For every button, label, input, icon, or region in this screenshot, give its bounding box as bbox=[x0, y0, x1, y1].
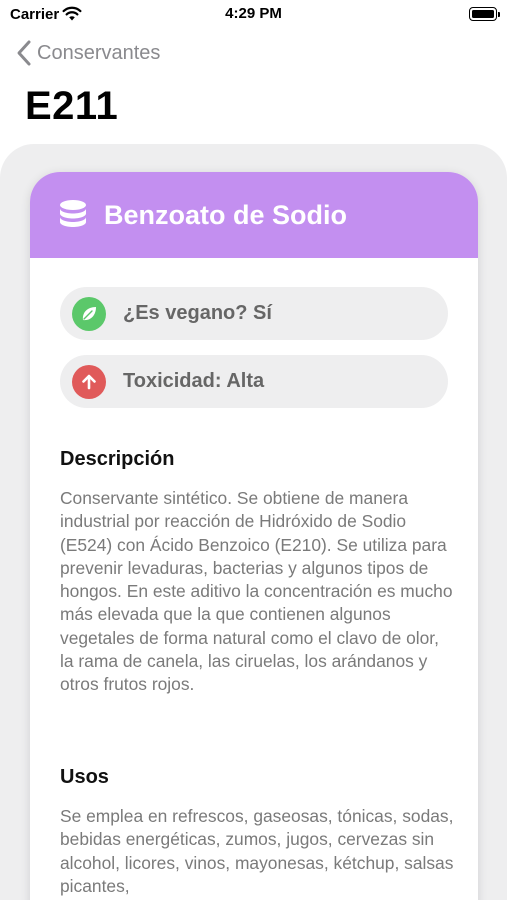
page-title: E211 bbox=[25, 84, 119, 128]
toxicity-label: Toxicidad: Alta bbox=[123, 370, 265, 392]
toxicity-badge[interactable]: Toxicidad: Alta bbox=[60, 355, 448, 408]
description-text: Conservante sintético. Se obtiene de man… bbox=[60, 488, 453, 695]
vegan-badge[interactable]: ¿Es vegano? Sí bbox=[60, 287, 448, 340]
uses-text: Se emplea en refrescos, gaseosas, tónica… bbox=[60, 806, 454, 896]
uses-heading: Usos bbox=[60, 766, 109, 788]
back-button[interactable]: Conservantes bbox=[14, 38, 160, 68]
battery-icon bbox=[469, 7, 500, 21]
description-heading: Descripción bbox=[60, 448, 175, 470]
database-icon bbox=[60, 200, 86, 227]
card-header: Benzoato de Sodio bbox=[30, 172, 478, 258]
leaf-icon bbox=[72, 296, 106, 331]
additive-card: Benzoato de Sodio ¿Es vegano? Sí Toxicid… bbox=[30, 172, 478, 900]
back-button-label: Conservantes bbox=[37, 41, 161, 64]
chevron-left-icon bbox=[17, 40, 31, 66]
additive-name: Benzoato de Sodio bbox=[104, 199, 347, 230]
status-bar: Carrier 4:29 PM bbox=[0, 0, 507, 28]
vegan-label: ¿Es vegano? Sí bbox=[123, 302, 272, 324]
status-time: 4:29 PM bbox=[225, 5, 282, 22]
arrow-up-icon bbox=[72, 364, 106, 399]
